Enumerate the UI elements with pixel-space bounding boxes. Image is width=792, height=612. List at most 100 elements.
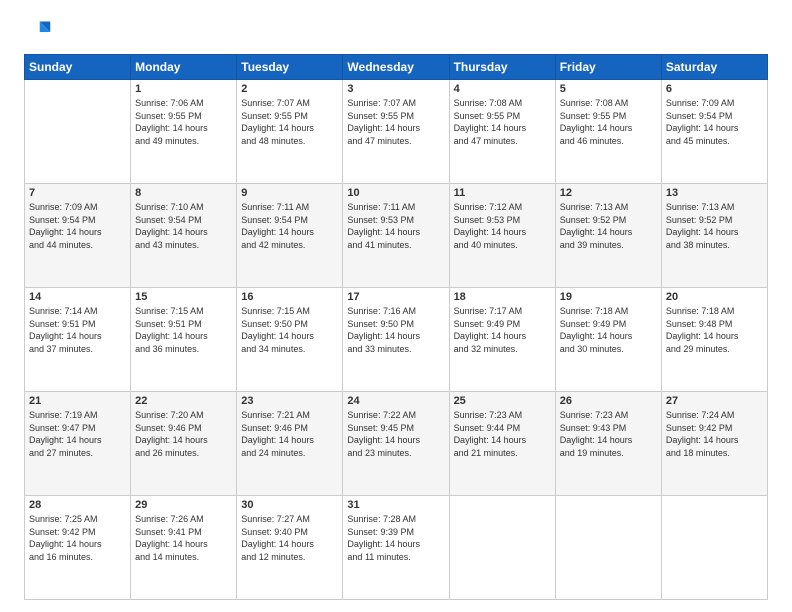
calendar-header-row: SundayMondayTuesdayWednesdayThursdayFrid… bbox=[25, 55, 768, 80]
day-info: Sunrise: 7:13 AM Sunset: 9:52 PM Dayligh… bbox=[560, 201, 657, 251]
calendar-row-3: 14 Sunrise: 7:14 AM Sunset: 9:51 PM Dayli… bbox=[25, 288, 768, 392]
day-number: 26 bbox=[560, 395, 657, 407]
day-info: Sunrise: 7:11 AM Sunset: 9:53 PM Dayligh… bbox=[347, 201, 444, 251]
calendar-cell bbox=[449, 496, 555, 600]
calendar-cell: 31 Sunrise: 7:28 AM Sunset: 9:39 PM Dayli… bbox=[343, 496, 449, 600]
calendar-cell: 8 Sunrise: 7:10 AM Sunset: 9:54 PM Daylig… bbox=[131, 184, 237, 288]
calendar-cell: 21 Sunrise: 7:19 AM Sunset: 9:47 PM Dayli… bbox=[25, 392, 131, 496]
day-number: 3 bbox=[347, 83, 444, 95]
day-number: 17 bbox=[347, 291, 444, 303]
weekday-header-thursday: Thursday bbox=[449, 55, 555, 80]
day-number: 19 bbox=[560, 291, 657, 303]
calendar-table: SundayMondayTuesdayWednesdayThursdayFrid… bbox=[24, 54, 768, 600]
calendar-cell: 19 Sunrise: 7:18 AM Sunset: 9:49 PM Dayli… bbox=[555, 288, 661, 392]
day-number: 15 bbox=[135, 291, 232, 303]
day-number: 10 bbox=[347, 187, 444, 199]
day-number: 16 bbox=[241, 291, 338, 303]
calendar-cell: 5 Sunrise: 7:08 AM Sunset: 9:55 PM Daylig… bbox=[555, 80, 661, 184]
day-info: Sunrise: 7:20 AM Sunset: 9:46 PM Dayligh… bbox=[135, 409, 232, 459]
day-info: Sunrise: 7:10 AM Sunset: 9:54 PM Dayligh… bbox=[135, 201, 232, 251]
day-info: Sunrise: 7:24 AM Sunset: 9:42 PM Dayligh… bbox=[666, 409, 763, 459]
day-info: Sunrise: 7:19 AM Sunset: 9:47 PM Dayligh… bbox=[29, 409, 126, 459]
day-number: 27 bbox=[666, 395, 763, 407]
day-info: Sunrise: 7:18 AM Sunset: 9:49 PM Dayligh… bbox=[560, 305, 657, 355]
day-number: 11 bbox=[454, 187, 551, 199]
day-number: 9 bbox=[241, 187, 338, 199]
day-info: Sunrise: 7:15 AM Sunset: 9:50 PM Dayligh… bbox=[241, 305, 338, 355]
day-number: 5 bbox=[560, 83, 657, 95]
calendar-cell: 30Sunrise: 7:27 AM Sunset: 9:40 PM Dayli… bbox=[237, 496, 343, 600]
weekday-header-monday: Monday bbox=[131, 55, 237, 80]
day-info: Sunrise: 7:23 AM Sunset: 9:44 PM Dayligh… bbox=[454, 409, 551, 459]
day-info: Sunrise: 7:07 AM Sunset: 9:55 PM Dayligh… bbox=[347, 97, 444, 147]
weekday-header-saturday: Saturday bbox=[661, 55, 767, 80]
calendar-row-1: 1 Sunrise: 7:06 AM Sunset: 9:55 PM Daylig… bbox=[25, 80, 768, 184]
day-info: Sunrise: 7:22 AM Sunset: 9:45 PM Dayligh… bbox=[347, 409, 444, 459]
day-number: 13 bbox=[666, 187, 763, 199]
logo bbox=[24, 18, 56, 46]
day-number: 28 bbox=[29, 499, 126, 511]
day-number: 24 bbox=[347, 395, 444, 407]
calendar-cell: 28 Sunrise: 7:25 AM Sunset: 9:42 PM Dayli… bbox=[25, 496, 131, 600]
calendar-cell: 20Sunrise: 7:18 AM Sunset: 9:48 PM Dayli… bbox=[661, 288, 767, 392]
day-number: 8 bbox=[135, 187, 232, 199]
day-number: 31 bbox=[347, 499, 444, 511]
day-number: 21 bbox=[29, 395, 126, 407]
day-number: 7 bbox=[29, 187, 126, 199]
calendar-cell: 16 Sunrise: 7:15 AM Sunset: 9:50 PM Dayli… bbox=[237, 288, 343, 392]
calendar-cell: 15 Sunrise: 7:15 AM Sunset: 9:51 PM Dayli… bbox=[131, 288, 237, 392]
day-info: Sunrise: 7:26 AM Sunset: 9:41 PM Dayligh… bbox=[135, 513, 232, 563]
day-info: Sunrise: 7:14 AM Sunset: 9:51 PM Dayligh… bbox=[29, 305, 126, 355]
calendar-row-2: 7 Sunrise: 7:09 AM Sunset: 9:54 PM Daylig… bbox=[25, 184, 768, 288]
calendar-cell: 10 Sunrise: 7:11 AM Sunset: 9:53 PM Dayli… bbox=[343, 184, 449, 288]
day-info: Sunrise: 7:06 AM Sunset: 9:55 PM Dayligh… bbox=[135, 97, 232, 147]
day-number: 12 bbox=[560, 187, 657, 199]
day-number: 14 bbox=[29, 291, 126, 303]
calendar-cell: 24 Sunrise: 7:22 AM Sunset: 9:45 PM Dayli… bbox=[343, 392, 449, 496]
day-info: Sunrise: 7:25 AM Sunset: 9:42 PM Dayligh… bbox=[29, 513, 126, 563]
day-info: Sunrise: 7:23 AM Sunset: 9:43 PM Dayligh… bbox=[560, 409, 657, 459]
calendar-cell: 2 Sunrise: 7:07 AM Sunset: 9:55 PM Daylig… bbox=[237, 80, 343, 184]
day-info: Sunrise: 7:15 AM Sunset: 9:51 PM Dayligh… bbox=[135, 305, 232, 355]
calendar-cell: 3 Sunrise: 7:07 AM Sunset: 9:55 PM Daylig… bbox=[343, 80, 449, 184]
calendar-cell: 1 Sunrise: 7:06 AM Sunset: 9:55 PM Daylig… bbox=[131, 80, 237, 184]
calendar-cell bbox=[661, 496, 767, 600]
calendar-cell: 23 Sunrise: 7:21 AM Sunset: 9:46 PM Dayli… bbox=[237, 392, 343, 496]
day-number: 6 bbox=[666, 83, 763, 95]
day-number: 22 bbox=[135, 395, 232, 407]
day-info: Sunrise: 7:07 AM Sunset: 9:55 PM Dayligh… bbox=[241, 97, 338, 147]
day-number: 23 bbox=[241, 395, 338, 407]
calendar-cell bbox=[25, 80, 131, 184]
day-info: Sunrise: 7:08 AM Sunset: 9:55 PM Dayligh… bbox=[454, 97, 551, 147]
weekday-header-sunday: Sunday bbox=[25, 55, 131, 80]
day-number: 4 bbox=[454, 83, 551, 95]
calendar-cell: 27 Sunrise: 7:24 AM Sunset: 9:42 PM Dayli… bbox=[661, 392, 767, 496]
day-info: Sunrise: 7:28 AM Sunset: 9:39 PM Dayligh… bbox=[347, 513, 444, 563]
calendar-cell: 17 Sunrise: 7:16 AM Sunset: 9:50 PM Dayli… bbox=[343, 288, 449, 392]
calendar-cell: 13 Sunrise: 7:13 AM Sunset: 9:52 PM Dayli… bbox=[661, 184, 767, 288]
day-number: 25 bbox=[454, 395, 551, 407]
calendar-cell: 29Sunrise: 7:26 AM Sunset: 9:41 PM Dayli… bbox=[131, 496, 237, 600]
calendar-cell: 7 Sunrise: 7:09 AM Sunset: 9:54 PM Daylig… bbox=[25, 184, 131, 288]
weekday-header-tuesday: Tuesday bbox=[237, 55, 343, 80]
calendar-cell bbox=[555, 496, 661, 600]
calendar-cell: 25 Sunrise: 7:23 AM Sunset: 9:44 PM Dayli… bbox=[449, 392, 555, 496]
calendar-cell: 12 Sunrise: 7:13 AM Sunset: 9:52 PM Dayli… bbox=[555, 184, 661, 288]
day-number: 1 bbox=[135, 83, 232, 95]
day-info: Sunrise: 7:18 AM Sunset: 9:48 PM Dayligh… bbox=[666, 305, 763, 355]
calendar-cell: 4 Sunrise: 7:08 AM Sunset: 9:55 PM Daylig… bbox=[449, 80, 555, 184]
day-info: Sunrise: 7:16 AM Sunset: 9:50 PM Dayligh… bbox=[347, 305, 444, 355]
day-info: Sunrise: 7:08 AM Sunset: 9:55 PM Dayligh… bbox=[560, 97, 657, 147]
logo-icon bbox=[24, 18, 52, 46]
day-info: Sunrise: 7:11 AM Sunset: 9:54 PM Dayligh… bbox=[241, 201, 338, 251]
weekday-header-wednesday: Wednesday bbox=[343, 55, 449, 80]
day-number: 2 bbox=[241, 83, 338, 95]
calendar-cell: 6Sunrise: 7:09 AM Sunset: 9:54 PM Daylig… bbox=[661, 80, 767, 184]
calendar-cell: 22 Sunrise: 7:20 AM Sunset: 9:46 PM Dayli… bbox=[131, 392, 237, 496]
day-info: Sunrise: 7:21 AM Sunset: 9:46 PM Dayligh… bbox=[241, 409, 338, 459]
day-info: Sunrise: 7:13 AM Sunset: 9:52 PM Dayligh… bbox=[666, 201, 763, 251]
day-info: Sunrise: 7:09 AM Sunset: 9:54 PM Dayligh… bbox=[29, 201, 126, 251]
calendar-cell: 11 Sunrise: 7:12 AM Sunset: 9:53 PM Dayli… bbox=[449, 184, 555, 288]
day-info: Sunrise: 7:12 AM Sunset: 9:53 PM Dayligh… bbox=[454, 201, 551, 251]
calendar-cell: 14 Sunrise: 7:14 AM Sunset: 9:51 PM Dayli… bbox=[25, 288, 131, 392]
